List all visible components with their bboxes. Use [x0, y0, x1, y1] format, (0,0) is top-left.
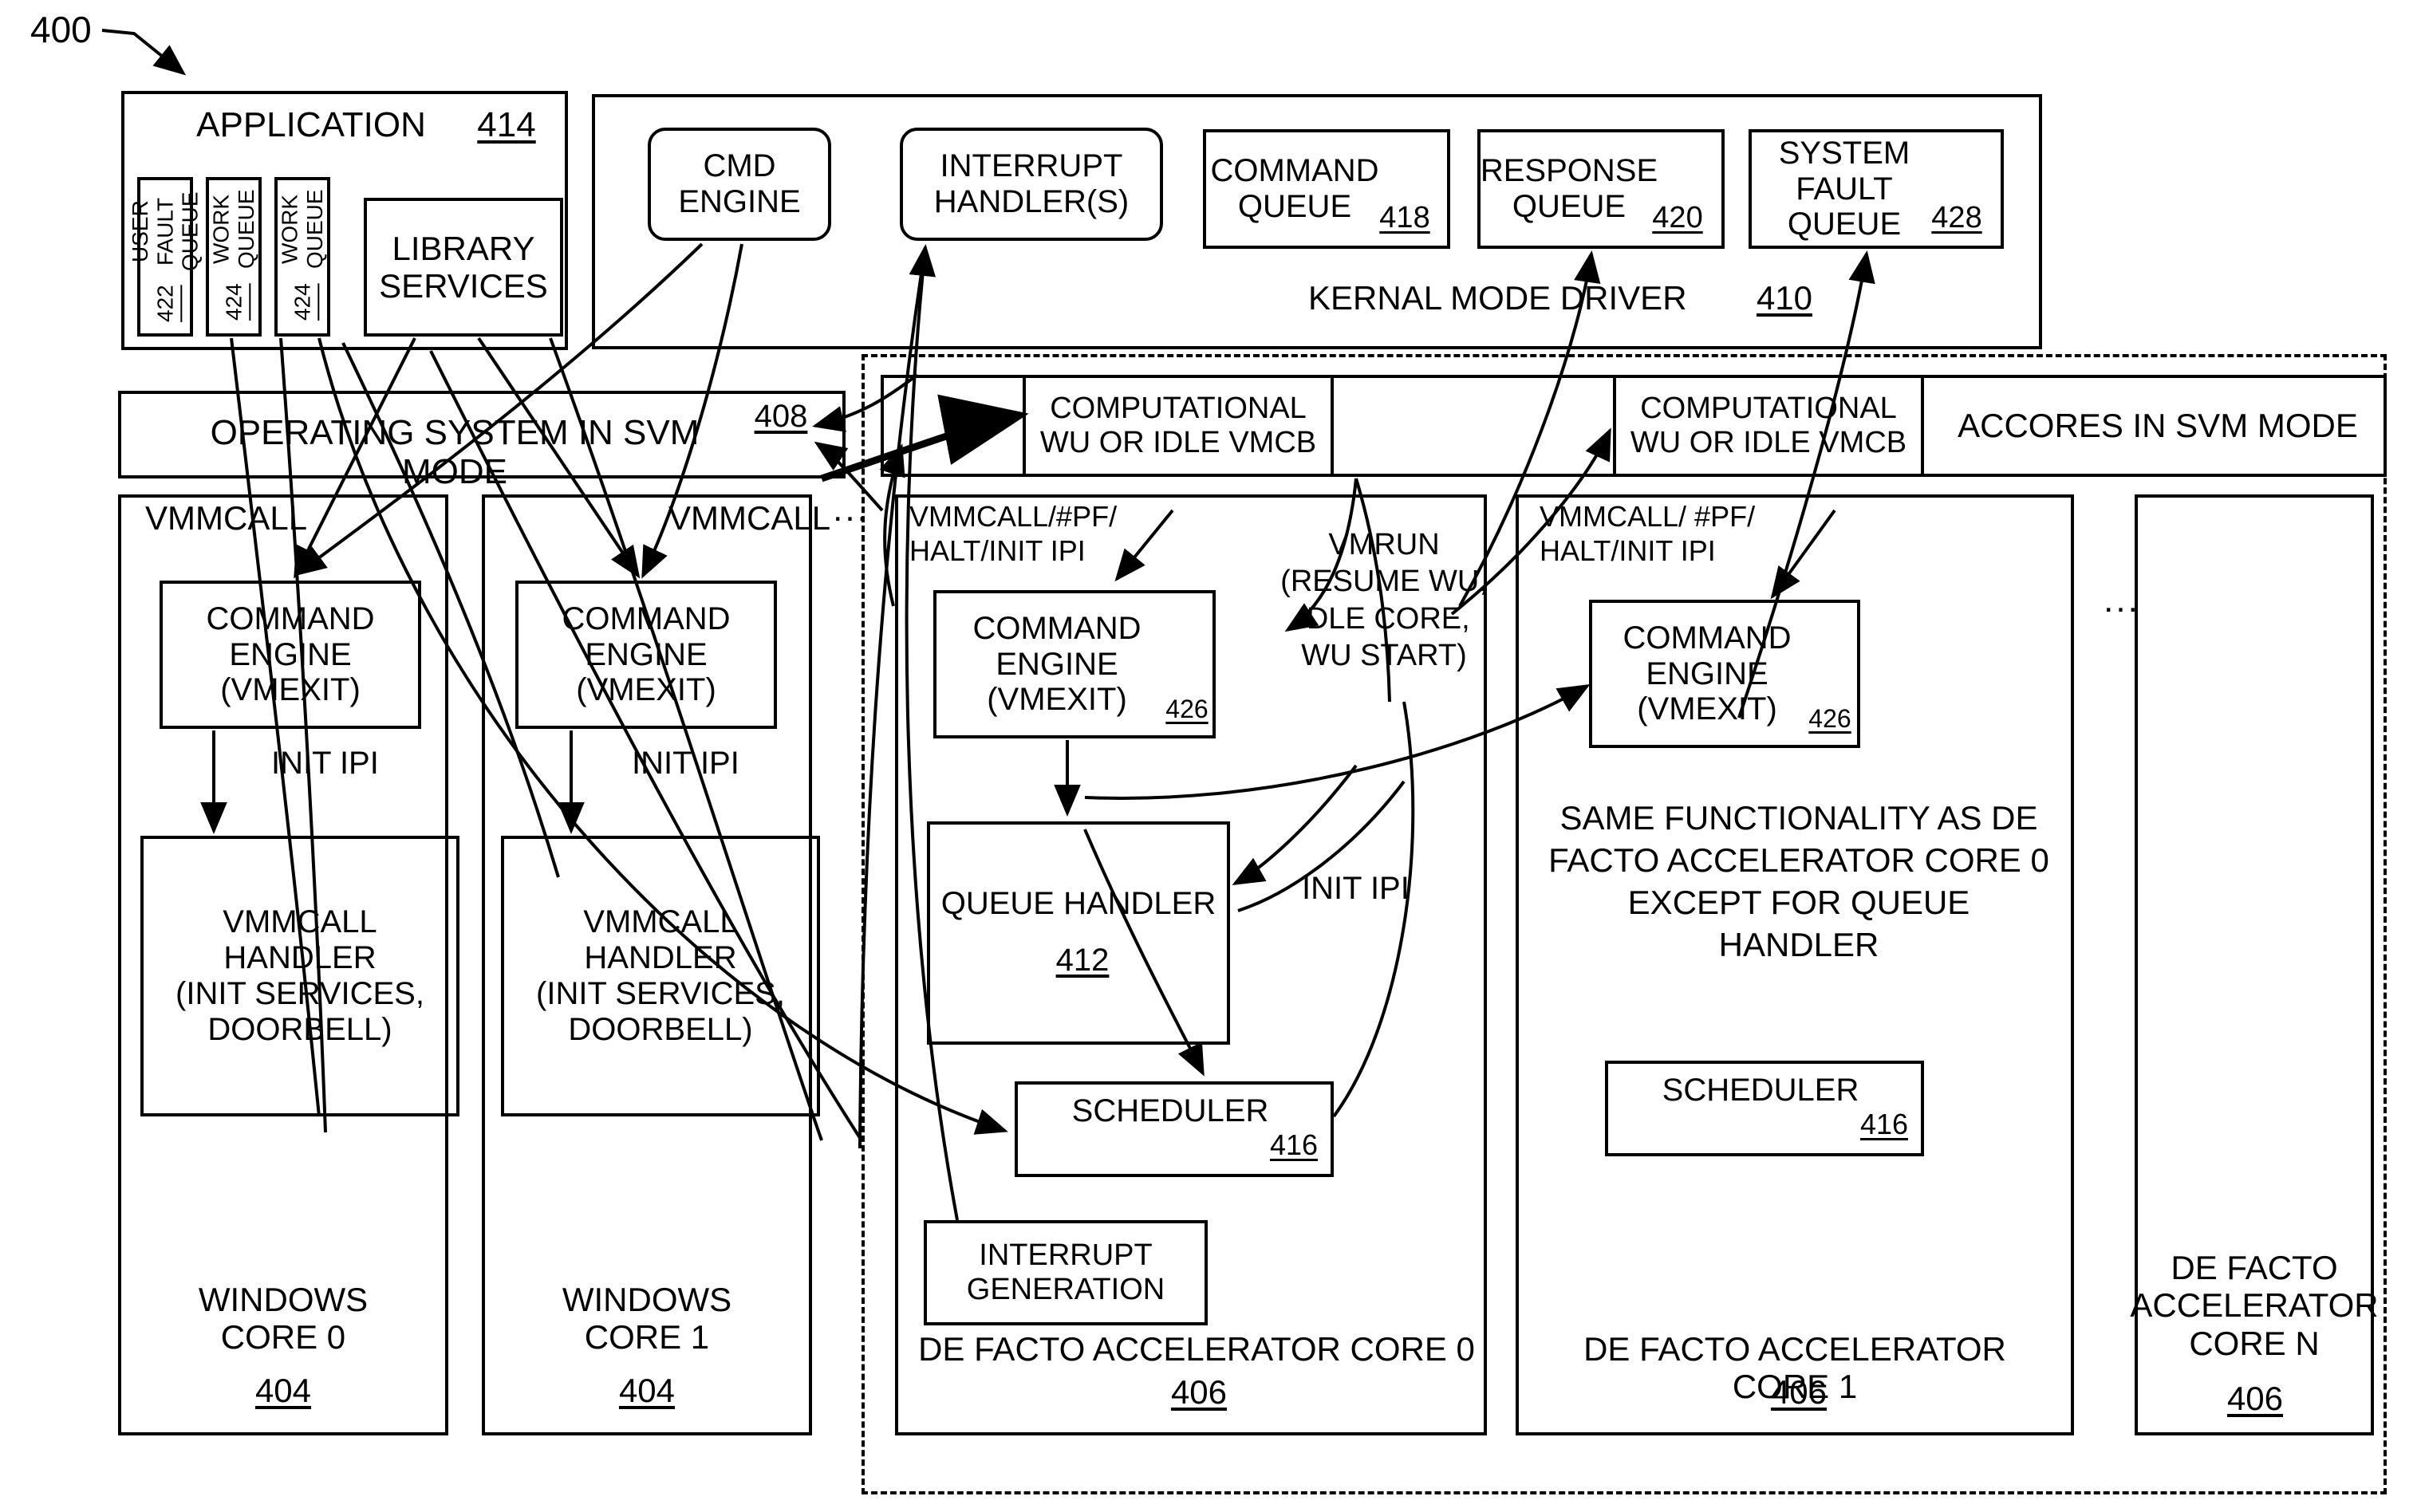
application-title: APPLICATION — [196, 105, 426, 144]
response-queue-label: RESPONSE QUEUE — [1480, 153, 1658, 224]
accel-core-1-command-engine-label: COMMAND ENGINE (VMEXIT) — [1623, 620, 1792, 727]
queue-handler-label: QUEUE HANDLER — [940, 885, 1216, 921]
operating-system-ref: 408 — [754, 399, 808, 434]
accel-core-0-vmrun-label: VMRUN (RESUME WU, IDLE CORE, WU START) — [1280, 528, 1488, 673]
windows-core-0-ref: 404 — [254, 1372, 312, 1409]
operating-system-label: OPERATING SYSTEM IN SVM MODE — [210, 413, 700, 492]
interrupt-handler-label: INTERRUPT HANDLER(S) — [933, 148, 1130, 219]
cmd-engine-label: CMD ENGINE — [678, 148, 801, 219]
windows-cores-ellipsis: ... — [833, 490, 869, 529]
library-services-label: LIBRARY SERVICES — [379, 229, 548, 305]
windows-core-1-command-engine-label: COMMAND ENGINE (VMEXIT) — [562, 600, 731, 708]
windows-core-1-handler-label: VMMCALL HANDLER (INIT SERVICES, DOORBELL… — [536, 904, 785, 1047]
windows-core-0-command-engine-label: COMMAND ENGINE (VMEXIT) — [206, 600, 375, 708]
windows-core-1-footer: WINDOWS CORE 1 — [562, 1280, 732, 1356]
kernel-mode-driver-ref: 410 — [1756, 279, 1813, 317]
windows-core-0-footer: WINDOWS CORE 0 — [198, 1280, 369, 1356]
windows-core-0-vmmcall-label: VMMCALL — [145, 499, 308, 537]
user-fault-queue-ref: 422 — [152, 285, 178, 323]
accel-core-n-ref: 406 — [2226, 1380, 2284, 1417]
figure-number: 400 — [30, 9, 92, 50]
scheduler-core-1-ref: 416 — [1859, 1108, 1909, 1140]
accel-core-0-init-ipi-label: INIT IPI — [1302, 871, 1410, 906]
windows-core-0-handler-label: VMMCALL HANDLER (INIT SERVICES, DOORBELL… — [175, 904, 424, 1047]
kernel-mode-driver-title: KERNAL MODE DRIVER — [1308, 279, 1687, 317]
command-queue-label: COMMAND QUEUE — [1210, 153, 1379, 224]
accel-core-1-entry-label: VMMCALL/ #PF/ HALT/INIT IPI — [1540, 500, 1756, 568]
accel-core-0-command-engine-ref: 426 — [1165, 695, 1209, 723]
system-fault-queue-label: SYSTEM FAULT QUEUE — [1778, 135, 1910, 242]
accel-core-1-command-engine-ref: 426 — [1808, 704, 1851, 733]
queue-handler-box — [927, 821, 1230, 1045]
windows-core-0-init-ipi-label: INIT IPI — [271, 746, 379, 781]
scheduler-core-1-label: SCHEDULER — [1662, 1072, 1859, 1108]
system-fault-queue-ref: 428 — [1931, 201, 1982, 234]
computational-vmcb-left-label: COMPUTATIONAL WU OR IDLE VMCB — [1039, 392, 1317, 459]
accel-core-1-note: SAME FUNCTIONALITY AS DE FACTO ACCELERAT… — [1548, 799, 2049, 963]
accel-core-n-footer: DE FACTO ACCELERATOR CORE N — [2130, 1249, 2379, 1362]
computational-vmcb-right-label: COMPUTATIONAL WU OR IDLE VMCB — [1630, 392, 1907, 459]
work-queue-2-label: WORK QUEUE — [277, 189, 327, 269]
work-queue-1-ref: 424 — [221, 283, 246, 321]
scheduler-core-0-label: SCHEDULER — [1071, 1093, 1269, 1128]
windows-core-1-ref: 404 — [618, 1372, 676, 1409]
windows-core-1-init-ipi-label: INIT IPI — [632, 746, 739, 781]
accel-core-0-footer: DE FACTO ACCELERATOR CORE 0 — [918, 1330, 1475, 1368]
response-queue-ref: 420 — [1652, 201, 1703, 234]
application-ref: 414 — [477, 105, 536, 144]
command-queue-ref: 418 — [1379, 201, 1430, 234]
accel-core-1-ref: 406 — [1770, 1373, 1828, 1411]
accel-core-0-command-engine-label: COMMAND ENGINE (VMEXIT) — [972, 610, 1141, 718]
work-queue-1-label: WORK QUEUE — [208, 189, 258, 269]
patent-figure-400: 400 APPLICATION 414 USER FAULT QUEUE 422… — [0, 0, 2421, 1512]
accel-core-0-ref: 406 — [1170, 1373, 1228, 1411]
accel-core-0-entry-label: VMMCALL/#PF/ HALT/INIT IPI — [909, 500, 1118, 568]
work-queue-2-ref: 424 — [290, 283, 315, 321]
queue-handler-ref: 412 — [1055, 943, 1110, 978]
user-fault-queue-label: USER FAULT QUEUE — [127, 191, 203, 271]
scheduler-core-0-ref: 416 — [1269, 1128, 1319, 1161]
interrupt-generation-label: INTERRUPT GENERATION — [966, 1238, 1165, 1306]
accores-bar-label: ACCORES IN SVM MODE — [1958, 407, 2358, 445]
